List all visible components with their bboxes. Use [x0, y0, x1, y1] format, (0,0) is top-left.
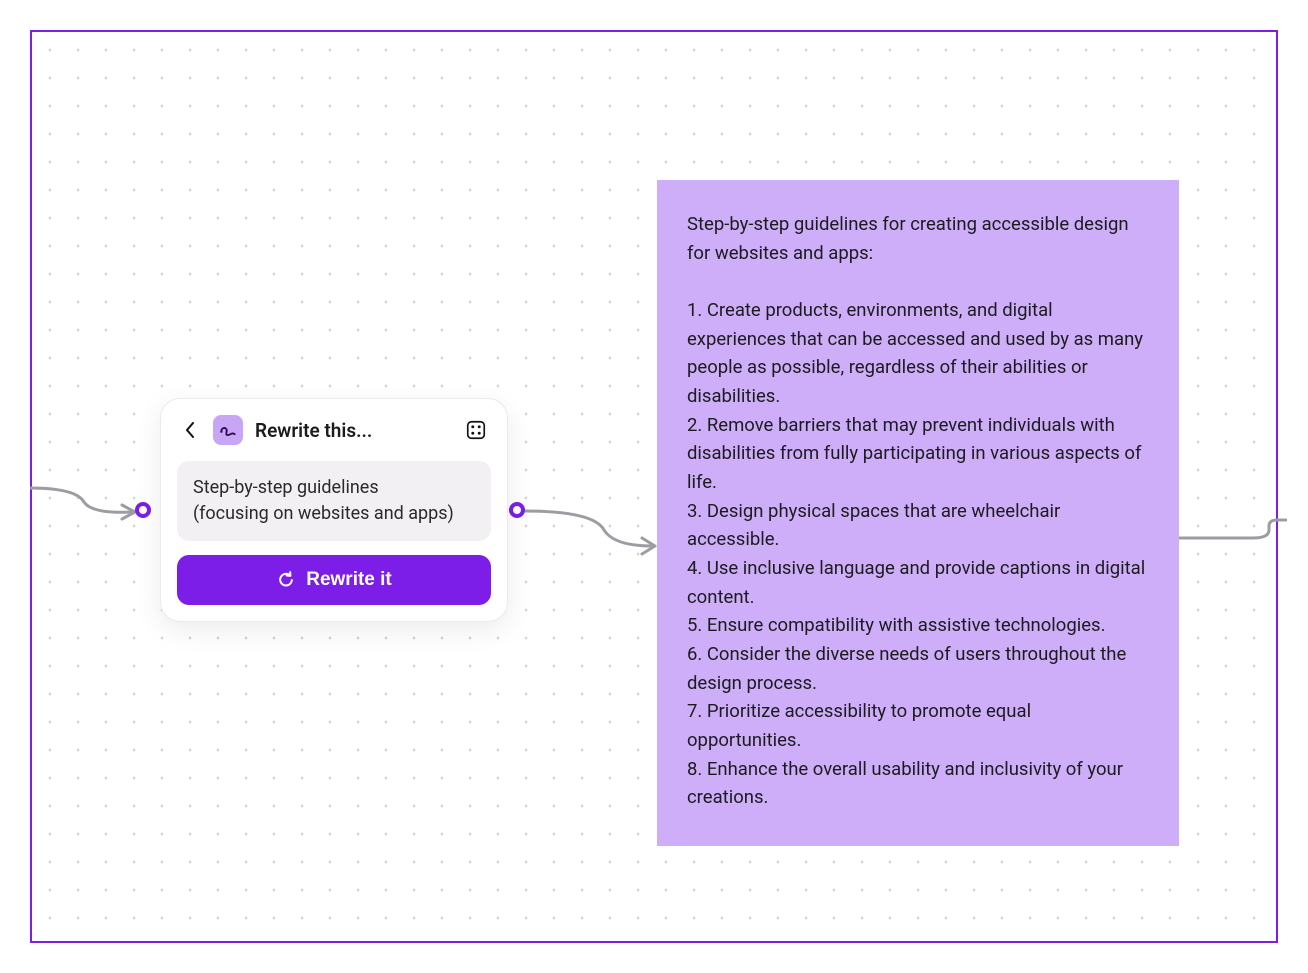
- connector-left: [30, 474, 142, 524]
- card-title: Rewrite this...: [255, 419, 451, 442]
- canvas-frame[interactable]: Rewrite this... Step-by-step guidelines …: [30, 30, 1278, 943]
- prompt-input[interactable]: Step-by-step guidelines (focusing on web…: [177, 461, 491, 541]
- back-button[interactable]: [179, 419, 201, 441]
- rewrite-button[interactable]: Rewrite it: [177, 555, 491, 605]
- randomize-button[interactable]: [463, 417, 489, 443]
- randomize-dice-icon: [465, 419, 487, 441]
- scribble-icon: [213, 415, 243, 445]
- refresh-icon: [276, 570, 296, 590]
- card-header: Rewrite this...: [177, 415, 491, 445]
- node-input-port[interactable]: [135, 502, 151, 518]
- chevron-left-icon: [185, 422, 195, 438]
- connector-right: [1177, 512, 1287, 552]
- connector-mid: [524, 482, 674, 562]
- rewrite-card[interactable]: Rewrite this... Step-by-step guidelines …: [160, 398, 508, 622]
- rewrite-button-label: Rewrite it: [306, 569, 392, 591]
- node-output-port[interactable]: [509, 502, 525, 518]
- output-note[interactable]: Step-by-step guidelines for creating acc…: [657, 180, 1179, 846]
